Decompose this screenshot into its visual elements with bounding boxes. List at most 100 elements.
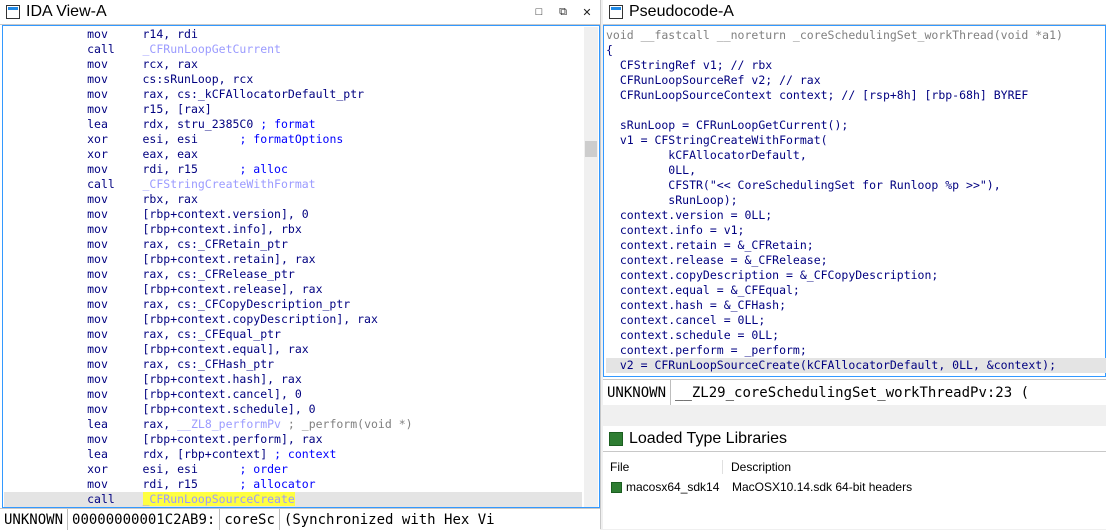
pseudocode-line[interactable]: { <box>606 43 1106 58</box>
disasm-operands[interactable]: r14, rdi <box>143 27 198 41</box>
disasm-line[interactable]: lea rdx, stru_2385C0 ; format <box>4 117 582 132</box>
disasm-operands[interactable]: rdi, r15 <box>143 162 198 176</box>
ida-vertical-scrollbar[interactable] <box>584 27 598 507</box>
disasm-operands[interactable]: [rbp+context.perform], rax <box>143 432 323 446</box>
disasm-line[interactable]: call _CFRunLoopSourceCreate <box>4 492 582 507</box>
disasm-operands[interactable]: eax, eax <box>143 147 198 161</box>
disasm-line[interactable]: xor esi, esi ; order <box>4 462 582 477</box>
pseudocode-titlebar[interactable]: Pseudocode-A <box>603 0 1106 25</box>
disasm-operands[interactable]: [rbp+context.schedule], 0 <box>143 402 316 416</box>
disasm-operands[interactable]: rax, __ZL8_performPv <box>143 417 281 431</box>
disasm-call-target[interactable]: _CFStringCreateWithFormat <box>143 177 316 191</box>
pseudocode-line[interactable]: CFStringRef v1; // rbx <box>606 58 1106 73</box>
pseudocode-line[interactable]: sRunLoop); <box>606 193 1106 208</box>
disasm-line[interactable]: mov rax, cs:_CFEqual_ptr <box>4 327 582 342</box>
pseudocode-line[interactable]: context.perform = _perform; <box>606 343 1106 358</box>
disasm-operands[interactable]: [rbp+context.info], rbx <box>143 222 302 236</box>
disasm-operands[interactable]: rdx, stru_2385C0 <box>143 117 254 131</box>
disasm-line[interactable]: mov rdi, r15 ; allocator <box>4 477 582 492</box>
disasm-line[interactable]: call _CFRunLoopGetCurrent <box>4 42 582 57</box>
disasm-operands[interactable]: rax, cs:_CFRetain_ptr <box>143 237 288 251</box>
disasm-operands[interactable]: rax, cs:_CFRelease_ptr <box>143 267 295 281</box>
disasm-line[interactable]: xor eax, eax <box>4 147 582 162</box>
pseudocode-line[interactable] <box>606 103 1106 118</box>
disasm-operands[interactable]: esi, esi <box>143 462 198 476</box>
pseudocode-function-header[interactable]: void __fastcall __noreturn _coreScheduli… <box>606 28 1106 43</box>
ida-view-titlebar[interactable]: IDA View-A □ ⧉ ✕ <box>0 0 600 25</box>
disasm-line[interactable]: lea rdx, [rbp+context] ; context <box>4 447 582 462</box>
disasm-line[interactable]: mov r14, rdi <box>4 27 582 42</box>
disasm-line[interactable]: mov rax, cs:_CFHash_ptr <box>4 357 582 372</box>
ida-scrollbar-thumb[interactable] <box>585 141 597 157</box>
type-libraries-titlebar[interactable]: Loaded Type Libraries <box>603 426 1106 452</box>
pseudocode-line[interactable]: context.release = &_CFRelease; <box>606 253 1106 268</box>
pseudocode-listing[interactable]: void __fastcall __noreturn _coreScheduli… <box>606 28 1106 373</box>
disasm-operands[interactable]: rdi, r15 <box>143 477 198 491</box>
close-icon[interactable]: ✕ <box>580 6 594 19</box>
disasm-line[interactable]: mov rax, cs:_CFCopyDescription_ptr <box>4 297 582 312</box>
float-window-icon[interactable]: ⧉ <box>556 6 570 19</box>
disasm-call-target[interactable]: _CFRunLoopGetCurrent <box>143 42 281 56</box>
disasm-operands[interactable]: esi, esi <box>143 132 198 146</box>
disasm-line[interactable]: mov r15, [rax] <box>4 102 582 117</box>
pseudocode-line[interactable]: CFRunLoopSourceContext context; // [rsp+… <box>606 88 1106 103</box>
disasm-line[interactable]: call _CFStringCreateWithFormat <box>4 177 582 192</box>
pseudocode-line[interactable]: v1 = CFStringCreateWithFormat( <box>606 133 1106 148</box>
pseudocode-line[interactable]: context.version = 0LL; <box>606 208 1106 223</box>
pseudocode-line[interactable]: v2 = CFRunLoopSourceCreate(kCFAllocatorD… <box>606 358 1106 373</box>
disasm-line[interactable]: mov rax, cs:_CFRelease_ptr <box>4 267 582 282</box>
pseudocode-line[interactable]: context.cancel = 0LL; <box>606 313 1106 328</box>
pseudocode-line[interactable]: context.equal = &_CFEqual; <box>606 283 1106 298</box>
pseudocode-line[interactable]: context.copyDescription = &_CFCopyDescri… <box>606 268 1106 283</box>
disasm-operands[interactable]: rax, cs:_CFEqual_ptr <box>143 327 281 341</box>
column-file[interactable]: File <box>605 460 723 474</box>
pseudocode-line[interactable]: CFSTR("<< CoreSchedulingSet for Runloop … <box>606 178 1106 193</box>
disasm-line[interactable]: mov [rbp+context.retain], rax <box>4 252 582 267</box>
pseudocode-line[interactable]: context.retain = &_CFRetain; <box>606 238 1106 253</box>
disasm-operands[interactable]: [rbp+context.copyDescription], rax <box>143 312 378 326</box>
disasm-line[interactable]: mov [rbp+context.copyDescription], rax <box>4 312 582 327</box>
disasm-operands[interactable]: [rbp+context.cancel], 0 <box>143 387 302 401</box>
disasm-line[interactable]: mov [rbp+context.info], rbx <box>4 222 582 237</box>
disassembly-listing[interactable]: mov r14, rdi call _CFRunLoopGetCurrent m… <box>4 27 582 507</box>
disasm-line[interactable]: mov rax, cs:_CFRetain_ptr <box>4 237 582 252</box>
disasm-operands[interactable]: [rbp+context.version], 0 <box>143 207 309 221</box>
disasm-call-target[interactable]: _CFRunLoopSourceCreate <box>142 492 295 506</box>
disasm-line[interactable]: mov [rbp+context.hash], rax <box>4 372 582 387</box>
disasm-line[interactable]: mov rcx, rax <box>4 57 582 72</box>
disasm-line[interactable]: mov rdi, r15 ; alloc <box>4 162 582 177</box>
disasm-operands[interactable]: rax, cs:_kCFAllocatorDefault_ptr <box>143 87 365 101</box>
disasm-line[interactable]: mov [rbp+context.release], rax <box>4 282 582 297</box>
pseudocode-line[interactable]: CFRunLoopSourceRef v2; // rax <box>606 73 1106 88</box>
disasm-operands[interactable]: [rbp+context.hash], rax <box>143 372 302 386</box>
disasm-line[interactable]: mov [rbp+context.perform], rax <box>4 432 582 447</box>
disasm-operands[interactable]: cs:sRunLoop, rcx <box>143 72 254 86</box>
disasm-operands[interactable]: rbx, rax <box>143 192 198 206</box>
disasm-operands[interactable]: [rbp+context.equal], rax <box>143 342 309 356</box>
disasm-line[interactable]: xor esi, esi ; formatOptions <box>4 132 582 147</box>
disasm-line[interactable]: mov [rbp+context.version], 0 <box>4 207 582 222</box>
pseudocode-line[interactable]: 0LL, <box>606 163 1106 178</box>
disasm-line[interactable]: mov rax, cs:_kCFAllocatorDefault_ptr <box>4 87 582 102</box>
column-description[interactable]: Description <box>723 460 791 474</box>
disasm-line[interactable]: mov [rbp+context.schedule], 0 <box>4 402 582 417</box>
restore-icon[interactable]: □ <box>532 6 546 19</box>
pseudocode-line[interactable]: context.schedule = 0LL; <box>606 328 1106 343</box>
disasm-operands[interactable]: rcx, rax <box>143 57 198 71</box>
pseudocode-line[interactable]: kCFAllocatorDefault, <box>606 148 1106 163</box>
disasm-operands[interactable]: rdx, [rbp+context] <box>143 447 268 461</box>
disasm-line[interactable]: lea rax, __ZL8_performPv ; _perform(void… <box>4 417 582 432</box>
disasm-line[interactable]: mov [rbp+context.equal], rax <box>4 342 582 357</box>
disasm-operands[interactable]: rax, cs:_CFCopyDescription_ptr <box>143 297 351 311</box>
disasm-operands[interactable]: r15, [rax] <box>143 102 212 116</box>
disasm-operands[interactable]: [rbp+context.release], rax <box>143 282 323 296</box>
disasm-line[interactable]: mov cs:sRunLoop, rcx <box>4 72 582 87</box>
pseudocode-line[interactable]: sRunLoop = CFRunLoopGetCurrent(); <box>606 118 1106 133</box>
disasm-operands[interactable]: rax, cs:_CFHash_ptr <box>143 357 275 371</box>
pseudocode-line[interactable]: context.hash = &_CFHash; <box>606 298 1106 313</box>
type-library-row[interactable]: macosx64_sdk14 MacOSX10.14.sdk 64-bit he… <box>605 478 1106 496</box>
disasm-operands[interactable]: [rbp+context.retain], rax <box>143 252 316 266</box>
disasm-line[interactable]: mov [rbp+context.cancel], 0 <box>4 387 582 402</box>
disasm-line[interactable]: mov rbx, rax <box>4 192 582 207</box>
pseudocode-line[interactable]: context.info = v1; <box>606 223 1106 238</box>
